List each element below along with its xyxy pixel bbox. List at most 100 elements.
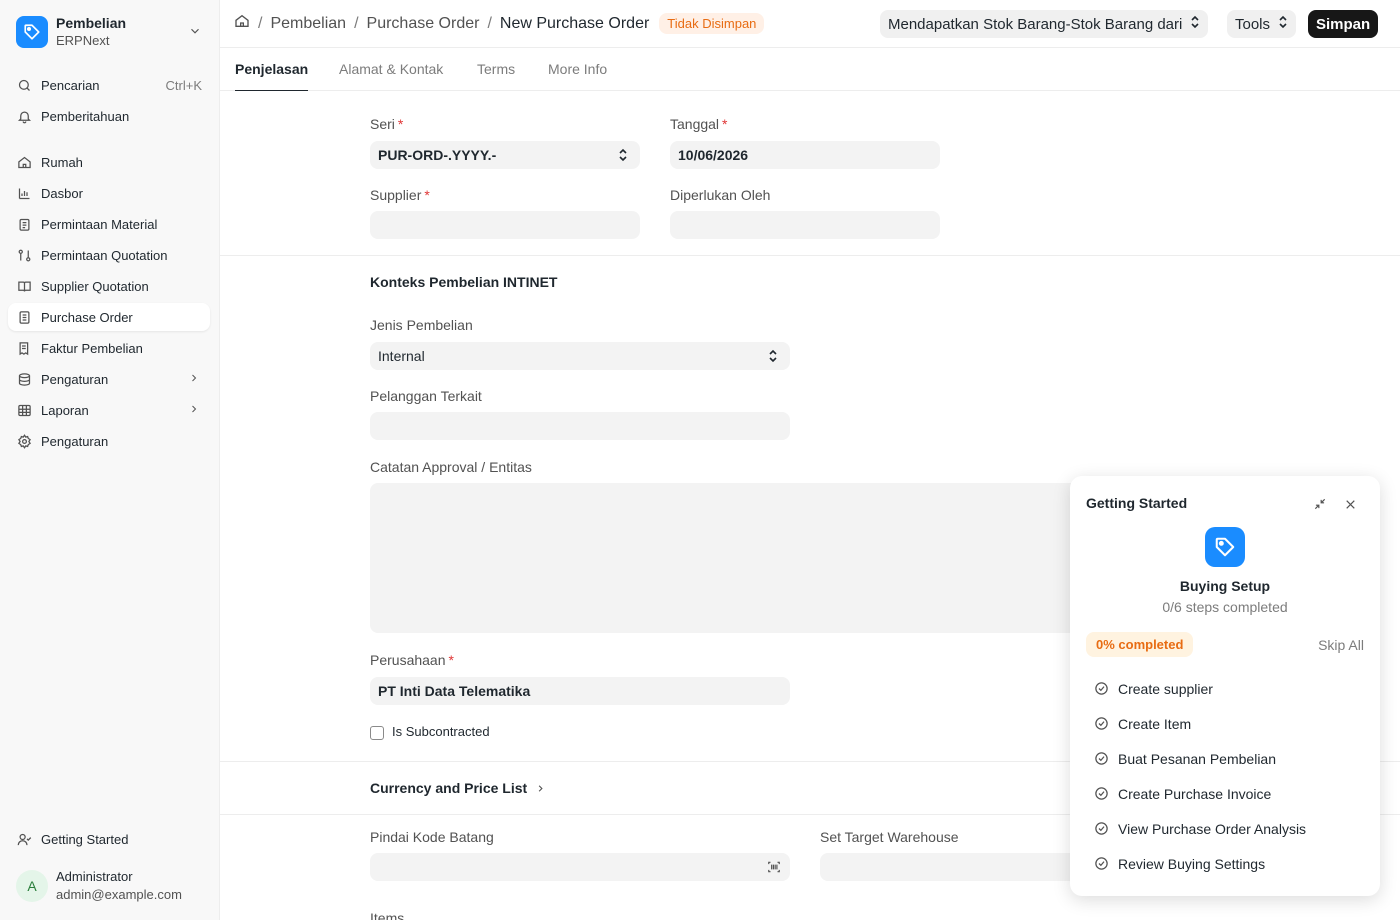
- date-label: Tanggal *: [670, 116, 728, 132]
- user-check-icon: [16, 831, 32, 847]
- steps-completed: 0/6 steps completed: [1162, 599, 1288, 615]
- status-badge: Tidak Disimpan: [659, 13, 765, 34]
- breadcrumb-purchase-order[interactable]: Purchase Order: [367, 15, 480, 33]
- circle-check-icon: [1094, 786, 1110, 802]
- tools-dropdown[interactable]: Tools: [1227, 10, 1297, 38]
- sidebar-search-label: Pencarian: [41, 77, 100, 93]
- series-select[interactable]: PUR-ORD-.YYYY.-: [370, 141, 640, 169]
- chevron-right-icon: [188, 372, 200, 387]
- minimize-icon[interactable]: [1312, 496, 1328, 512]
- barcode-icon[interactable]: [767, 860, 781, 877]
- section-title-currency: Currency and Price List: [370, 780, 528, 796]
- breadcrumb-pembelian[interactable]: Pembelian: [270, 15, 346, 33]
- step-label: Review Buying Settings: [1118, 856, 1266, 872]
- step-label: Buat Pesanan Pembelian: [1118, 751, 1276, 767]
- sidebar-item-purchase-order[interactable]: Purchase Order: [8, 303, 210, 331]
- receipt-icon: [16, 340, 32, 356]
- sidebar-item-label: Purchase Order: [41, 309, 133, 325]
- tab-terms[interactable]: Terms: [477, 61, 515, 91]
- app-name: Pembelian: [56, 15, 127, 31]
- chevron-right-icon: [535, 783, 546, 794]
- required-by-field[interactable]: [670, 211, 940, 239]
- bar-chart-icon: [16, 185, 32, 201]
- breadcrumb-separator: /: [354, 14, 359, 32]
- getting-started-title: Getting Started: [1086, 495, 1188, 511]
- skip-all-button[interactable]: Skip All: [1318, 637, 1364, 653]
- step-label: Create Purchase Invoice: [1118, 786, 1272, 802]
- step-item[interactable]: Create Purchase Invoice: [1094, 786, 1271, 802]
- section-title-context: Konteks Pembelian INTINET: [370, 274, 558, 290]
- database-icon: [16, 371, 32, 387]
- sidebar-item-label: Laporan: [41, 402, 89, 418]
- related-customer-field[interactable]: [370, 412, 790, 440]
- step-item[interactable]: Create supplier: [1094, 681, 1213, 697]
- approval-notes-textarea[interactable]: [370, 483, 1090, 633]
- get-items-from-dropdown[interactable]: Mendapatkan Stok Barang-Stok Barang dari: [880, 10, 1209, 38]
- sidebar-item-permintaan-material[interactable]: Permintaan Material: [8, 210, 210, 238]
- sidebar-item-label: Dasbor: [41, 185, 83, 201]
- sidebar-item-label: Supplier Quotation: [41, 278, 149, 294]
- approval-notes-label: Catatan Approval / Entitas: [370, 459, 532, 475]
- step-item[interactable]: Buat Pesanan Pembelian: [1094, 751, 1276, 767]
- circle-check-icon: [1094, 751, 1110, 767]
- sidebar-item-label: Pengaturan: [41, 433, 109, 449]
- sidebar-item-dasbor[interactable]: Dasbor: [8, 179, 210, 207]
- sidebar-item-pengaturan[interactable]: Pengaturan: [8, 427, 210, 455]
- tab-alamat-kontak[interactable]: Alamat & Kontak: [339, 61, 443, 91]
- company-field[interactable]: PT Inti Data Telematika: [370, 677, 790, 705]
- target-warehouse-field[interactable]: [820, 853, 1090, 881]
- breadcrumb-separator: /: [487, 14, 492, 32]
- sidebar-item-permintaan-quotation[interactable]: Permintaan Quotation: [8, 241, 210, 269]
- setup-name: Buying Setup: [1179, 578, 1271, 594]
- user-email: admin@example.com: [56, 887, 182, 902]
- purchase-type-value: Internal: [378, 348, 425, 364]
- getting-started-panel: Getting Started Buying Setup 0/6 steps c…: [1070, 476, 1380, 896]
- avatar: A: [16, 870, 48, 902]
- circle-check-icon: [1094, 821, 1110, 837]
- user-menu[interactable]: A Administrator admin@example.com: [16, 866, 211, 906]
- supplier-label: Supplier *: [370, 187, 430, 203]
- is-subcontracted-label: Is Subcontracted: [392, 724, 490, 739]
- tab-penjelasan[interactable]: Penjelasan: [235, 61, 309, 91]
- sidebar-getting-started[interactable]: Getting Started: [8, 825, 210, 853]
- is-subcontracted-checkbox[interactable]: [370, 726, 384, 740]
- section-divider: [220, 255, 1400, 256]
- date-field[interactable]: 10/06/2026: [670, 141, 940, 169]
- required-by-label: Diperlukan Oleh: [670, 187, 771, 203]
- sidebar-item-laporan[interactable]: Laporan: [8, 396, 210, 424]
- purchase-type-select[interactable]: Internal: [370, 342, 790, 370]
- sidebar-item-rumah[interactable]: Rumah: [8, 148, 210, 176]
- chevron-up-down-icon: [618, 148, 628, 165]
- step-label: View Purchase Order Analysis: [1118, 821, 1307, 837]
- tag-icon: [1205, 527, 1245, 567]
- chevron-up-down-icon: [1190, 15, 1200, 33]
- get-items-label: Mendapatkan Stok Barang-Stok Barang dari: [888, 15, 1183, 33]
- supplier-field[interactable]: [370, 211, 640, 239]
- gear-icon: [16, 433, 32, 449]
- chevron-right-icon: [188, 403, 200, 418]
- sidebar-item-label: Faktur Pembelian: [41, 340, 143, 356]
- circle-check-icon: [1094, 856, 1110, 872]
- target-warehouse-label: Set Target Warehouse: [820, 829, 959, 845]
- sidebar-item-pengaturan-group[interactable]: Pengaturan: [8, 365, 210, 393]
- home-icon: [16, 154, 32, 170]
- scan-barcode-field[interactable]: [370, 853, 790, 881]
- sidebar-notifications[interactable]: Pemberitahuan: [8, 102, 210, 130]
- step-item[interactable]: Create Item: [1094, 716, 1191, 732]
- sidebar-item-faktur-pembelian[interactable]: Faktur Pembelian: [8, 334, 210, 362]
- sidebar: Pembelian ERPNext Pencarian Ctrl+K Pembe…: [0, 0, 220, 920]
- section-currency-toggle[interactable]: Currency and Price List: [370, 780, 546, 796]
- sidebar-getting-started-label: Getting Started: [41, 831, 129, 847]
- step-item[interactable]: View Purchase Order Analysis: [1094, 821, 1306, 837]
- app-switcher[interactable]: Pembelian ERPNext: [16, 12, 206, 52]
- home-icon[interactable]: [234, 13, 250, 34]
- save-button[interactable]: Simpan: [1308, 10, 1379, 38]
- tab-more-info[interactable]: More Info: [548, 61, 607, 91]
- sidebar-search[interactable]: Pencarian Ctrl+K: [8, 71, 210, 99]
- sidebar-item-label: Pengaturan: [41, 371, 109, 387]
- step-item[interactable]: Review Buying Settings: [1094, 856, 1265, 872]
- sidebar-item-label: Permintaan Material: [41, 216, 158, 232]
- close-icon[interactable]: [1342, 496, 1358, 512]
- sidebar-item-supplier-quotation[interactable]: Supplier Quotation: [8, 272, 210, 300]
- chevron-up-down-icon: [768, 349, 778, 366]
